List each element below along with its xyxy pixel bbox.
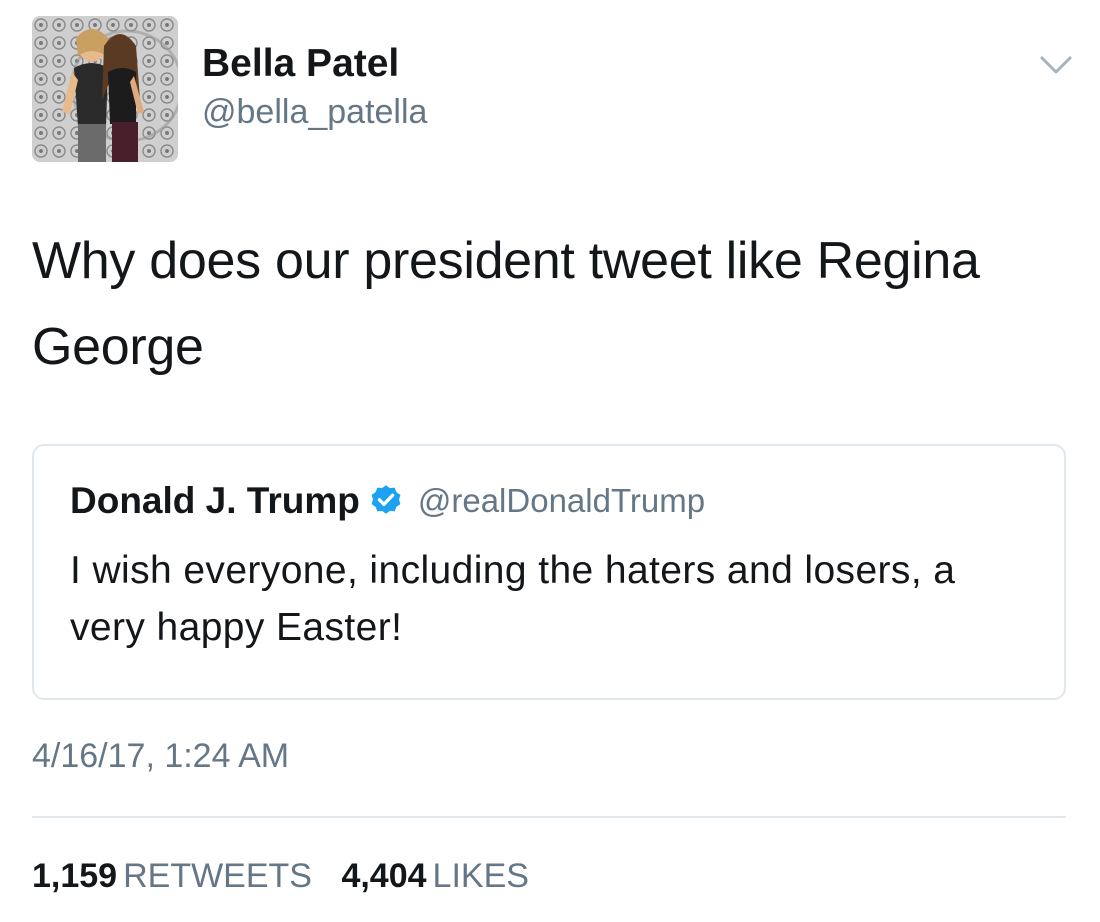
quoted-tweet-text: I wish everyone, including the haters an… <box>70 549 956 649</box>
quoted-tweet-header: Donald J. Trump @realDonaldTrump <box>70 478 705 524</box>
quoted-author-handle: @realDonaldTrump <box>417 482 706 519</box>
likes-label: LIKES <box>432 857 529 895</box>
likes-stat[interactable]: 4,404 LIKES <box>341 857 528 895</box>
retweets-count: 1,159 <box>32 857 118 895</box>
author-handle[interactable]: @bella_patella <box>202 90 427 134</box>
verified-badge-icon <box>368 483 404 519</box>
author-display-name[interactable]: Bella Patel <box>202 40 399 88</box>
likes-count: 4,404 <box>341 857 427 895</box>
divider <box>32 816 1066 818</box>
retweets-label: RETWEETS <box>123 857 312 895</box>
tweet-stats: 1,159 RETWEETS 4,404 LIKES <box>32 854 529 898</box>
tweet-timestamp[interactable]: 4/16/17, 1:24 AM <box>32 734 289 778</box>
retweets-stat[interactable]: 1,159 RETWEETS <box>32 857 312 895</box>
quoted-author-name: Donald J. Trump <box>70 480 360 521</box>
avatar[interactable] <box>32 16 178 162</box>
avatar-photo <box>32 16 178 162</box>
chevron-down-icon[interactable] <box>1036 50 1076 80</box>
tweet-text: Why does our president tweet like Regina… <box>32 232 980 376</box>
quoted-tweet-card[interactable]: Donald J. Trump @realDonaldTrump I wish … <box>32 444 1066 700</box>
